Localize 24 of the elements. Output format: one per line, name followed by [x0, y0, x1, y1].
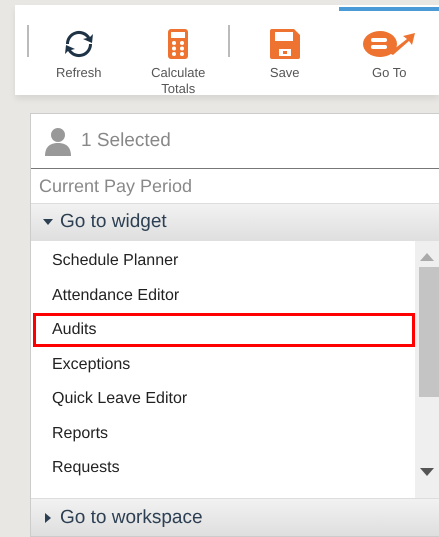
scroll-up-icon [420, 252, 434, 261]
toolbar-button[interactable]: Refresh [28, 7, 128, 81]
scrollbar[interactable] [415, 240, 439, 498]
person-icon [43, 126, 73, 156]
menu-item[interactable]: Reports [33, 416, 415, 451]
section-label: Go to widget [60, 211, 167, 234]
toolbar-button[interactable]: Save [230, 7, 340, 81]
menu-item[interactable]: Schedule Planner [33, 244, 415, 278]
selection-count: 1 Selected [81, 130, 171, 152]
toolbar-button[interactable]: Calculate Totals [128, 7, 228, 97]
menu-item[interactable]: Attendance Editor [33, 278, 415, 313]
pay-period: Current Pay Period [38, 174, 194, 198]
toolbar-button[interactable]: Go To [339, 7, 439, 81]
arrow-icon [363, 29, 416, 59]
scroll-down-icon [420, 468, 434, 476]
calculator-icon [168, 29, 188, 59]
menu-item[interactable]: Exceptions [33, 347, 415, 382]
menu-item[interactable]: Quick Leave Editor [33, 382, 415, 416]
save-icon [270, 29, 300, 59]
section-label: Go to workspace [60, 506, 203, 529]
menu-item[interactable]: Audits [33, 312, 415, 348]
menu-item[interactable]: Requests [33, 450, 415, 486]
section-header[interactable]: Go to widget [31, 203, 439, 241]
section-header[interactable]: Go to workspace [31, 498, 439, 536]
